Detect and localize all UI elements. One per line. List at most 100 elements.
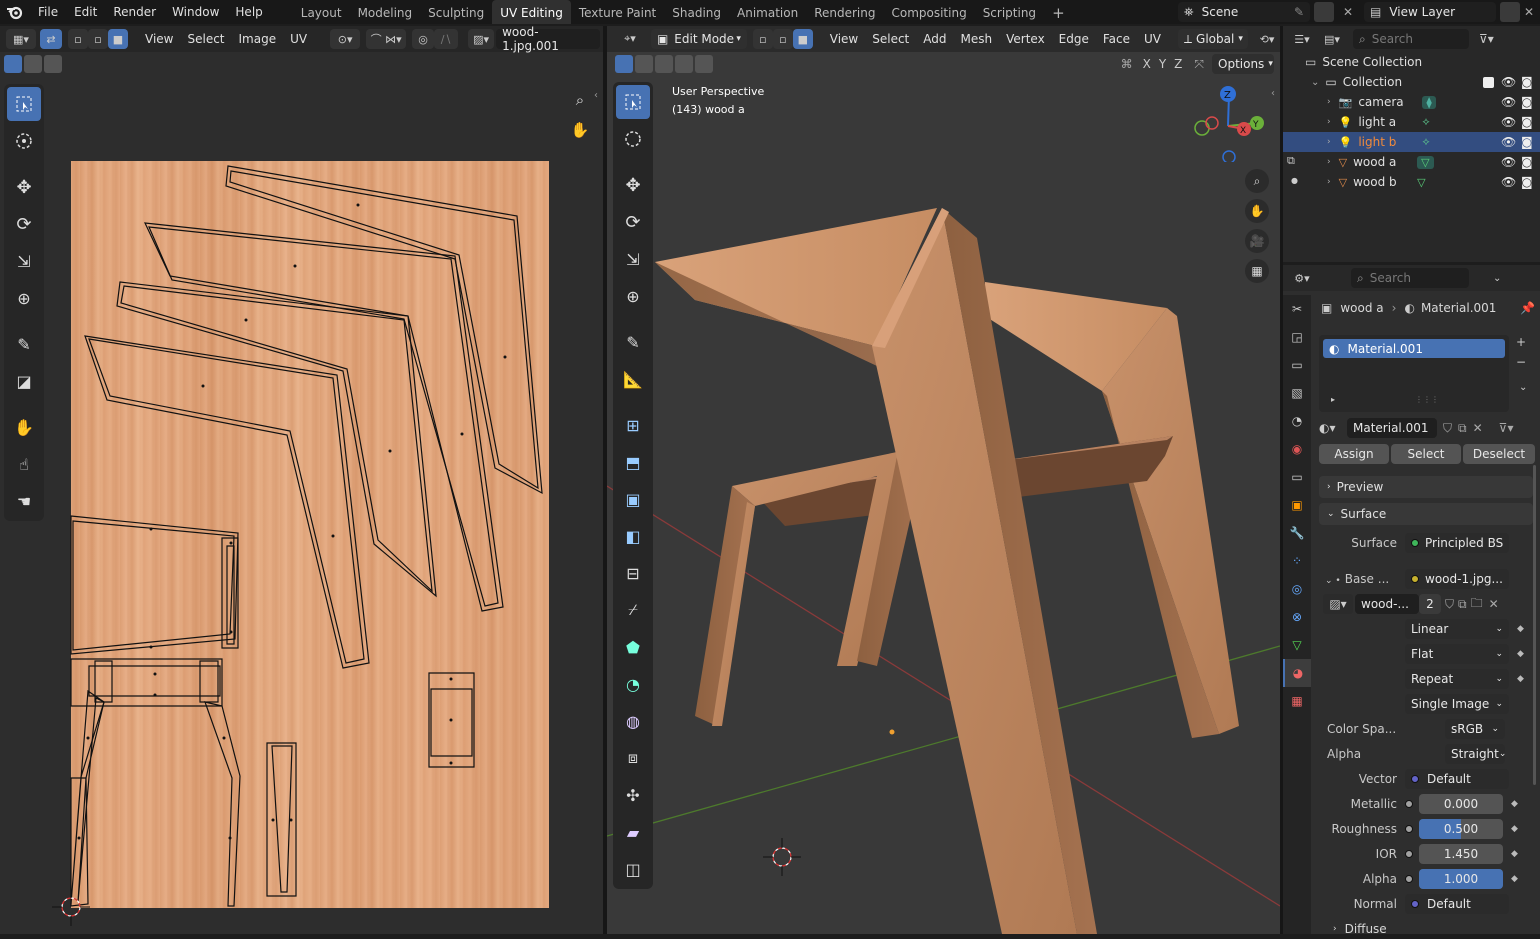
unlink-material-icon[interactable]: ✕ <box>1473 421 1483 435</box>
workspace-tab-animation[interactable]: Animation <box>729 0 806 24</box>
expand-arrow-icon[interactable]: › <box>1327 157 1331 167</box>
workspace-tab-sculpting[interactable]: Sculpting <box>420 0 492 24</box>
output-tab-icon[interactable]: ▭ <box>1283 351 1311 379</box>
poly-build-icon[interactable]: ⬟ <box>616 630 650 664</box>
image-fake-user-icon[interactable]: ⛉ <box>1445 597 1454 612</box>
outliner-side-icon-a[interactable]: ⧉ <box>1287 154 1295 168</box>
properties-search[interactable]: ⌕ Search <box>1351 268 1469 288</box>
extrude-icon[interactable]: ⬒ <box>616 445 650 479</box>
material-tab-icon[interactable]: ◕ <box>1283 659 1311 687</box>
material-slot-item[interactable]: ◐ Material.001 <box>1323 339 1505 358</box>
display-mode-icon[interactable]: ▤▾ <box>1317 29 1347 49</box>
new-scene-icon[interactable] <box>1314 2 1334 22</box>
add-cube-icon[interactable]: ⊞ <box>616 408 650 442</box>
image-duplicate-icon[interactable]: ⧉ <box>1458 597 1467 612</box>
render-tab-icon[interactable]: ◲ <box>1283 323 1311 351</box>
workspace-tab-compositing[interactable]: Compositing <box>883 0 974 24</box>
roughness-keyframe-dot[interactable]: ◆ <box>1511 824 1518 834</box>
navigation-gizmo[interactable]: Z Y X <box>1187 82 1267 162</box>
metallic-keyframe-dot[interactable]: ◆ <box>1511 799 1518 809</box>
duplicate-material-icon[interactable]: ⧉ <box>1458 421 1467 436</box>
mesh-data-icon[interactable]: ▽ <box>1417 176 1425 189</box>
loop-cut-icon[interactable]: ⊟ <box>616 556 650 590</box>
shrink-fatten-icon[interactable]: ✣ <box>616 778 650 812</box>
knife-icon[interactable]: ⌿ <box>616 593 650 627</box>
assign-button[interactable]: Assign <box>1319 444 1389 464</box>
diffuse-subpanel[interactable]: › Diffuse <box>1333 919 1540 939</box>
surface-shader-field[interactable]: Principled BS... <box>1405 533 1509 553</box>
menu-edit[interactable]: Edit <box>66 0 105 24</box>
world-tab-icon[interactable]: ◉ <box>1283 435 1311 463</box>
properties-scrollbar[interactable] <box>1533 465 1536 785</box>
workspace-tab-rendering[interactable]: Rendering <box>806 0 883 24</box>
expand-list-icon[interactable]: ▸ <box>1331 395 1335 404</box>
render-camera-icon[interactable]: ◙ <box>1521 75 1533 89</box>
menu-file[interactable]: File <box>30 0 66 24</box>
include-checkbox[interactable] <box>1483 76 1494 88</box>
physics-tab-icon[interactable]: ◎ <box>1283 575 1311 603</box>
vector-field[interactable]: Default <box>1405 769 1509 789</box>
base-color-texture-field[interactable]: wood-1.jpg.... <box>1405 569 1509 589</box>
render-camera-icon[interactable]: ◙ <box>1521 155 1533 169</box>
properties-options-icon[interactable]: ⌄ <box>1493 273 1501 284</box>
image-open-folder-icon[interactable]: 🗀 <box>1471 594 1483 615</box>
collection-tab-icon[interactable]: ▭ <box>1283 463 1311 491</box>
roughness-slider[interactable]: 0.500 <box>1419 819 1503 839</box>
menu-window[interactable]: Window <box>164 0 227 24</box>
node-link-icon[interactable]: ⊽▾ <box>1499 421 1514 435</box>
visibility-eye-icon[interactable]: 👁 <box>1501 95 1516 109</box>
outliner-side-icon-b[interactable]: ● <box>1291 176 1298 185</box>
workspace-tab-uv-editing[interactable]: UV Editing <box>492 0 571 24</box>
filter-icon[interactable]: ⊽▾ <box>1479 32 1494 46</box>
delete-view-layer-icon[interactable]: ✕ <box>1524 2 1540 22</box>
add-slot-button[interactable]: + <box>1516 335 1526 349</box>
visibility-eye-icon[interactable]: 👁 <box>1501 175 1516 189</box>
material-browse-icon[interactable]: ◐▾ <box>1319 421 1347 435</box>
ior-keyframe-dot[interactable]: ◆ <box>1511 849 1518 859</box>
viewport-rotate-icon[interactable]: ⟳ <box>616 205 650 239</box>
3d-viewport[interactable]: ⌖▾ ▣ Edit Mode ▾ ▫ ▫ ■ View Select Add M… <box>607 26 1280 934</box>
visibility-eye-icon[interactable]: 👁 <box>1501 75 1516 89</box>
view-layer-tab-icon[interactable]: ▧ <box>1283 379 1311 407</box>
color-space-dropdown[interactable]: sRGB ⌄ <box>1445 719 1505 739</box>
material-name-field[interactable]: Material.001 <box>1347 418 1437 438</box>
object-tab-icon[interactable]: ▣ <box>1283 491 1311 519</box>
outliner-item-wood-b[interactable]: › ▽ wood b ▽ 👁 ◙ <box>1283 172 1540 192</box>
viewport-pan-icon[interactable]: ✋ <box>1245 199 1269 223</box>
perspective-toggle-icon[interactable]: ▦ <box>1245 259 1269 283</box>
visibility-eye-icon[interactable]: 👁 <box>1501 155 1516 169</box>
extension-dropdown[interactable]: Repeat ⌄ <box>1405 669 1509 689</box>
viewport-annotate-icon[interactable]: ✎ <box>616 325 650 359</box>
texture-tab-icon[interactable]: ▦ <box>1283 687 1311 715</box>
preview-panel-header[interactable]: › Preview <box>1319 476 1533 498</box>
visibility-eye-icon[interactable]: 👁 <box>1501 135 1516 149</box>
new-view-layer-icon[interactable] <box>1500 2 1520 22</box>
menu-render[interactable]: Render <box>105 0 164 24</box>
projection-keyframe-dot[interactable]: ◆ <box>1517 649 1524 659</box>
outliner-item-light-b[interactable]: › 💡 light b ⟡ 👁 ◙ <box>1283 132 1540 152</box>
view-layer-selector[interactable]: ▤ View Layer <box>1364 2 1496 22</box>
camera-data-icon[interactable]: ⧫ <box>1422 95 1436 109</box>
workspace-tab-modeling[interactable]: Modeling <box>350 0 421 24</box>
render-camera-icon[interactable]: ◙ <box>1521 95 1533 109</box>
light-data-icon[interactable]: ⟡ <box>1422 135 1429 149</box>
viewport-cursor-icon[interactable] <box>616 122 650 156</box>
collection-row[interactable]: ⌄ ▭ Collection 👁 ◙ <box>1283 72 1540 92</box>
uv-image-canvas[interactable] <box>0 26 603 934</box>
viewport-zoom-icon[interactable]: ⌕ <box>1245 169 1269 193</box>
inset-icon[interactable]: ▣ <box>616 482 650 516</box>
properties-editor-type-icon[interactable]: ⚙▾ <box>1287 268 1317 288</box>
viewport-transform-icon[interactable]: ⊕ <box>616 279 650 313</box>
blender-logo-icon[interactable] <box>0 0 30 24</box>
viewport-scale-icon[interactable]: ⇲ <box>616 242 650 276</box>
expand-arrow-icon[interactable]: › <box>1327 177 1331 187</box>
image-name-field-props[interactable]: wood-... <box>1355 594 1419 614</box>
extension-keyframe-dot[interactable]: ◆ <box>1517 674 1524 684</box>
viewport-scene[interactable] <box>607 26 1280 934</box>
menu-help[interactable]: Help <box>227 0 270 24</box>
add-workspace-button[interactable]: + <box>1044 0 1073 24</box>
smooth-icon[interactable]: ◍ <box>616 704 650 738</box>
outliner-item-light-a[interactable]: › 💡 light a ⟡ 👁 ◙ <box>1283 112 1540 132</box>
deselect-button[interactable]: Deselect <box>1463 444 1535 464</box>
outliner-search[interactable]: ⌕ Search <box>1353 29 1469 49</box>
